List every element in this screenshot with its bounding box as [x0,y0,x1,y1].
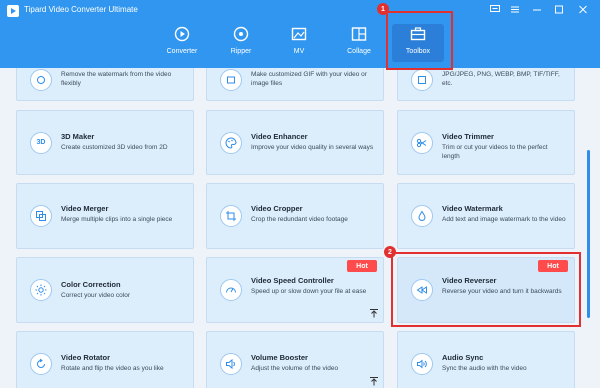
speedometer-icon [220,279,242,301]
tool-card-video-trimmer[interactable]: Video Trimmer Trim or cut your videos to… [397,110,575,175]
sun-icon [30,279,52,301]
tool-title: Video Rotator [61,353,111,362]
tool-card-video-enhancer[interactable]: Video Enhancer Improve your video qualit… [206,110,384,175]
back-to-top-icon[interactable] [369,376,379,386]
tool-description: Add text and image watermark to the vide… [442,216,566,223]
crop-icon [220,205,242,227]
tool-card-watermark-remover[interactable]: Remove the watermark from the video flex… [16,68,194,101]
gif-icon [220,68,242,91]
title-bar: Tipard Video Converter Ultimate Converte… [0,0,600,68]
tool-title: Volume Booster [251,353,308,362]
tool-card-audio-sync[interactable]: Audio Sync Sync the audio with the video [397,331,575,388]
app-logo-icon [7,5,19,17]
tool-description: Rotate and flip the video as you like [61,365,164,372]
tool-card-video-merger[interactable]: Video Merger Merge multiple clips into a… [16,183,194,249]
watermark-remover-icon [30,68,52,91]
tool-card-video-rotator[interactable]: Video Rotator Rotate and flip the video … [16,331,194,388]
tool-card-gif-maker[interactable]: Make customized GIF with your video or i… [206,68,384,101]
droplet-icon [411,205,433,227]
step-marker-2: 2 [384,246,396,258]
tool-card-video-cropper[interactable]: Video Cropper Crop the redundant video f… [206,183,384,249]
tool-card-image-converter[interactable]: JPG/JPEG, PNG, WEBP, BMP, TIF/TIFF, etc. [397,68,575,101]
tool-description: JPG/JPEG, PNG, WEBP, BMP, TIF/TIFF, etc. [442,71,560,87]
tool-card-video-speed-controller[interactable]: Hot Video Speed Controller Speed up or s… [206,257,384,323]
tool-title: Video Cropper [251,204,303,213]
tool-description: Adjust the volume of the video [251,365,339,372]
minimize-icon[interactable] [530,3,544,15]
tool-card-color-correction[interactable]: Color Correction Correct your video colo… [16,257,194,323]
merge-icon [30,205,52,227]
tool-description: Make customized GIF with your video or i… [251,71,367,87]
tool-title: Audio Sync [442,353,484,362]
3d-icon: 3D [30,131,52,154]
step-marker-1: 1 [377,3,389,15]
nav-ripper[interactable]: Ripper [215,24,267,62]
nav-mv[interactable]: MV [273,24,325,62]
menu-icon[interactable] [508,3,522,15]
converter-icon [172,24,192,44]
close-icon[interactable] [576,3,590,15]
tool-description: Trim or cut your videos to the perfect l… [442,144,548,160]
ripper-icon [231,24,251,44]
nav-mv-label: MV [293,48,305,55]
mv-icon [289,24,309,44]
toolbox-grid: Remove the watermark from the video flex… [0,68,600,388]
tool-title: Video Enhancer [251,132,308,141]
tool-title: Color Correction [61,280,121,289]
tool-title: Video Watermark [442,204,503,213]
audio-sync-icon [411,353,433,375]
tool-title: Video Merger [61,204,109,213]
nav-collage-label: Collage [347,48,371,55]
palette-icon [220,131,242,154]
highlight-box-video-reverser [391,252,581,327]
tool-description: Crop the redundant video footage [251,216,348,223]
3d-icon-text: 3D [36,139,46,146]
nav-converter[interactable]: Converter [156,24,208,62]
tool-card-3d-maker[interactable]: 3D 3D Maker Create customized 3D video f… [16,110,194,175]
tool-description: Improve your video quality in several wa… [251,144,374,151]
tool-description: Sync the audio with the video [442,365,527,372]
tool-card-video-watermark[interactable]: Video Watermark Add text and image water… [397,183,575,249]
tool-title: 3D Maker [61,132,95,141]
tool-card-volume-booster[interactable]: Volume Booster Adjust the volume of the … [206,331,384,388]
rotate-icon [30,353,52,375]
tool-description: Speed up or slow down your file at ease [251,288,367,295]
tool-description: Merge multiple clips into a single piece [61,216,173,223]
vertical-scrollbar[interactable] [587,150,590,318]
tool-title: Video Speed Controller [251,276,334,285]
scissors-icon [411,131,433,154]
app-title: Tipard Video Converter Ultimate [24,5,138,14]
image-converter-icon [411,68,433,91]
tool-description: Remove the watermark from the video flex… [61,71,172,87]
maximize-icon[interactable] [552,3,566,15]
tool-title: Video Trimmer [442,132,494,141]
collage-icon [349,24,369,44]
hot-badge: Hot [347,260,377,272]
nav-collage[interactable]: Collage [333,24,385,62]
highlight-box-toolbox [386,11,453,70]
nav-converter-label: Converter [166,48,198,55]
speaker-icon [220,353,242,375]
tool-description: Correct your video color [61,292,130,299]
back-to-top-icon[interactable] [369,308,379,318]
nav-ripper-label: Ripper [230,48,252,55]
tool-description: Create customized 3D video from 2D [61,144,168,151]
feedback-icon[interactable] [488,3,502,15]
